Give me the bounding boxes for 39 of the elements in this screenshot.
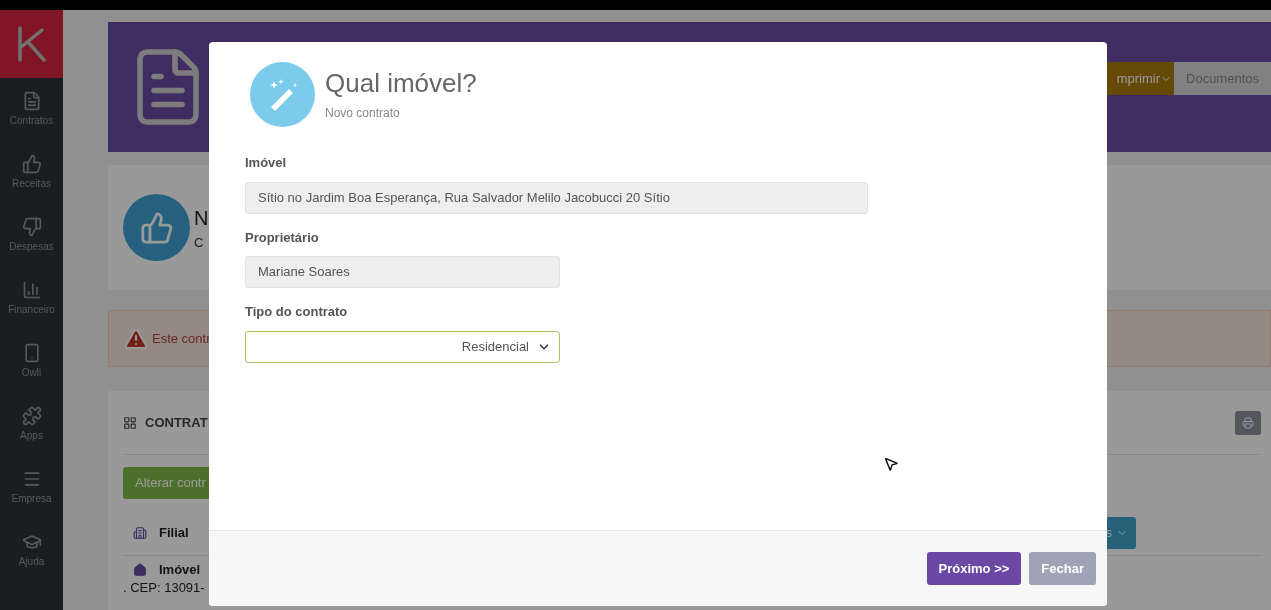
thumbs-up-icon — [21, 154, 42, 174]
home-icon — [133, 562, 147, 577]
bar-chart-icon — [21, 280, 42, 300]
select-field[interactable]: Residencial — [245, 330, 560, 363]
sidebar-item[interactable]: Apps — [0, 393, 63, 456]
card-subtitle: C — [194, 233, 205, 252]
logo[interactable] — [0, 10, 63, 78]
modal-subtitle: Novo contrato — [325, 104, 401, 122]
sidebar-item[interactable]: Receitas — [0, 141, 63, 204]
field-label: Proprietário — [245, 228, 320, 247]
readonly-field: Mariane Soares — [245, 256, 560, 288]
warning-icon — [124, 326, 148, 351]
field-label: Tipo do contrato — [245, 303, 349, 321]
card-title: N — [194, 205, 209, 231]
thumbs-down-icon — [21, 217, 42, 237]
grid-icon — [123, 415, 137, 430]
thumbs-up-icon — [139, 210, 174, 245]
readonly-field: Sítio no Jardim Boa Esperança, Rua Salvador Melilo Jacobucci 20 Sítio — [245, 181, 868, 214]
address-text: . CEP: 13091- — [123, 579, 206, 595]
row-label: Imóvel — [159, 561, 201, 579]
field-label: Imóvel — [245, 154, 288, 172]
next-button[interactable]: Próximo >> — [926, 552, 1022, 585]
graduation-cap-icon — [21, 532, 42, 552]
panel-heading: CONTRAT — [145, 413, 208, 432]
sidebar-item[interactable]: Financeiro — [0, 267, 63, 330]
sidebar-item[interactable]: Owli — [0, 330, 63, 393]
alert-text: Este contr — [152, 329, 211, 348]
row-label: Filial — [159, 524, 189, 543]
print-button[interactable] — [1235, 410, 1261, 435]
sidebar-item[interactable]: Empresa — [0, 456, 63, 519]
building-icon — [133, 526, 147, 540]
printer-icon — [1242, 416, 1254, 429]
sidebar-item[interactable]: Despesas — [0, 204, 63, 267]
puzzle-icon — [21, 406, 42, 426]
sidebar-item[interactable]: Contratos — [0, 78, 63, 141]
close-button[interactable]: Fechar — [1029, 552, 1096, 585]
modal-title: Qual imóvel? — [325, 67, 477, 98]
mouse-cursor-icon — [883, 456, 899, 472]
sidebar-item[interactable]: Ajuda — [0, 519, 63, 582]
